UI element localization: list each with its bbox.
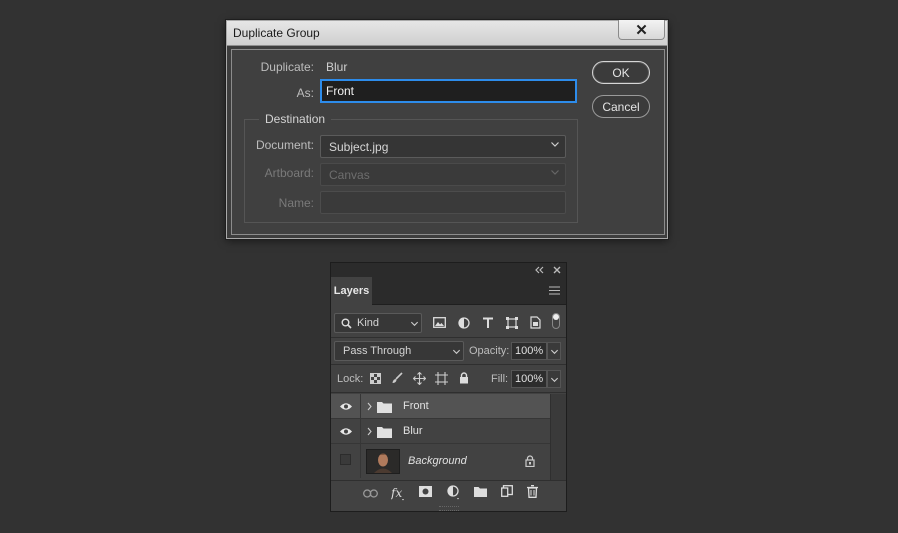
divider bbox=[331, 364, 566, 365]
smart-object-filter-icon[interactable] bbox=[530, 316, 541, 329]
close-button[interactable]: ✕ bbox=[618, 20, 665, 40]
tab-layers[interactable]: Layers bbox=[331, 277, 372, 305]
fill-dropdown[interactable] bbox=[547, 370, 561, 388]
lock-label: Lock: bbox=[337, 373, 364, 385]
chevron-down-icon bbox=[551, 170, 559, 175]
chevron-down-icon bbox=[550, 349, 559, 355]
image-filter-icon[interactable] bbox=[433, 317, 446, 328]
eye-icon bbox=[340, 428, 352, 435]
visibility-box bbox=[340, 454, 351, 465]
duplicate-label: Duplicate: bbox=[260, 60, 314, 74]
chevron-down-icon bbox=[410, 321, 419, 327]
visibility-toggle[interactable] bbox=[331, 394, 361, 418]
eye-icon bbox=[340, 403, 352, 410]
layer-name: Blur bbox=[403, 425, 423, 437]
filter-toggle[interactable] bbox=[552, 313, 560, 329]
layer-row-blur[interactable]: Blur bbox=[331, 419, 550, 444]
link-layers-icon[interactable] bbox=[363, 489, 378, 498]
filter-kind-select[interactable]: Kind bbox=[334, 313, 422, 333]
layer-row-front[interactable]: Front bbox=[331, 394, 550, 419]
artboard-select: Canvas bbox=[320, 163, 566, 186]
document-select-value: Subject.jpg bbox=[329, 140, 389, 154]
folder-icon bbox=[377, 402, 392, 413]
filter-kind-value: Kind bbox=[357, 317, 380, 329]
blend-mode-value: Pass Through bbox=[343, 345, 412, 357]
layers-panel: Layers Kind Pass Through Opacity: 100% L… bbox=[330, 262, 567, 512]
new-group-icon[interactable] bbox=[474, 486, 487, 497]
ok-button[interactable]: OK bbox=[592, 61, 650, 84]
search-icon bbox=[341, 318, 352, 329]
svg-text:fx: fx bbox=[391, 486, 402, 500]
lock-transparent-icon[interactable] bbox=[370, 373, 381, 384]
panel-menu-icon[interactable] bbox=[549, 286, 560, 295]
dialog-titlebar[interactable]: Duplicate Group ✕ bbox=[227, 20, 667, 46]
lock-position-icon[interactable] bbox=[413, 372, 426, 385]
delete-icon[interactable] bbox=[527, 485, 538, 498]
opacity-dropdown[interactable] bbox=[547, 342, 561, 360]
fill-field[interactable]: 100% bbox=[511, 370, 547, 388]
divider bbox=[331, 392, 566, 393]
chevron-down-icon bbox=[550, 377, 559, 383]
dialog-title: Duplicate Group bbox=[233, 26, 320, 40]
divider bbox=[331, 337, 566, 338]
adjustment-filter-icon[interactable] bbox=[458, 317, 470, 329]
opacity-label: Opacity: bbox=[469, 345, 510, 357]
lock-all-icon[interactable] bbox=[459, 372, 469, 384]
adjustment-layer-icon[interactable] bbox=[447, 485, 461, 500]
fill-label: Fill: bbox=[491, 373, 509, 385]
chevron-right-icon[interactable] bbox=[367, 427, 372, 436]
name-label: Name: bbox=[278, 196, 314, 210]
shape-filter-icon[interactable] bbox=[506, 317, 518, 329]
close-panel-icon[interactable] bbox=[553, 266, 561, 274]
as-label: As: bbox=[296, 86, 314, 100]
panel-header-strip bbox=[331, 263, 566, 277]
artboard-select-value: Canvas bbox=[329, 168, 370, 182]
layer-thumbnail bbox=[366, 449, 400, 474]
duplicate-value: Blur bbox=[326, 60, 348, 74]
layers-bottom-toolbar: fx bbox=[331, 480, 566, 506]
lock-image-icon[interactable] bbox=[391, 372, 403, 384]
new-layer-icon[interactable] bbox=[501, 485, 513, 497]
layer-row-background[interactable]: Background bbox=[331, 444, 550, 478]
chevron-down-icon bbox=[452, 349, 461, 355]
chevron-right-icon[interactable] bbox=[367, 402, 372, 411]
name-input bbox=[320, 191, 566, 214]
portrait-thumbnail-icon bbox=[367, 450, 399, 473]
layers-scrollbar[interactable] bbox=[550, 394, 566, 480]
layer-name: Background bbox=[408, 455, 467, 467]
visibility-toggle[interactable] bbox=[331, 444, 361, 478]
cancel-button[interactable]: Cancel bbox=[592, 95, 650, 118]
close-icon: ✕ bbox=[635, 21, 648, 39]
panel-tabbar: Layers bbox=[331, 277, 566, 305]
collapse-panel-icon[interactable] bbox=[534, 266, 544, 274]
fx-icon[interactable]: fx bbox=[391, 486, 407, 501]
artboard-label: Artboard: bbox=[264, 166, 314, 180]
document-label: Document: bbox=[255, 138, 314, 152]
folder-icon bbox=[377, 427, 392, 438]
resize-grip[interactable] bbox=[439, 506, 459, 511]
chevron-down-icon bbox=[551, 142, 559, 147]
layer-name: Front bbox=[403, 400, 429, 412]
lock-icon bbox=[525, 455, 535, 467]
opacity-field[interactable]: 100% bbox=[511, 342, 547, 360]
duplicate-group-dialog: Duplicate Group ✕ Duplicate: Blur As: De… bbox=[226, 20, 668, 239]
destination-legend: Destination bbox=[259, 112, 332, 126]
blend-mode-select[interactable]: Pass Through bbox=[334, 341, 464, 361]
document-select[interactable]: Subject.jpg bbox=[320, 135, 566, 158]
add-mask-icon[interactable] bbox=[419, 486, 432, 497]
lock-artboard-icon[interactable] bbox=[435, 372, 448, 385]
as-input[interactable] bbox=[320, 79, 577, 103]
filter-toggle-knob bbox=[553, 314, 559, 320]
type-filter-icon[interactable] bbox=[482, 317, 494, 329]
visibility-toggle[interactable] bbox=[331, 419, 361, 443]
